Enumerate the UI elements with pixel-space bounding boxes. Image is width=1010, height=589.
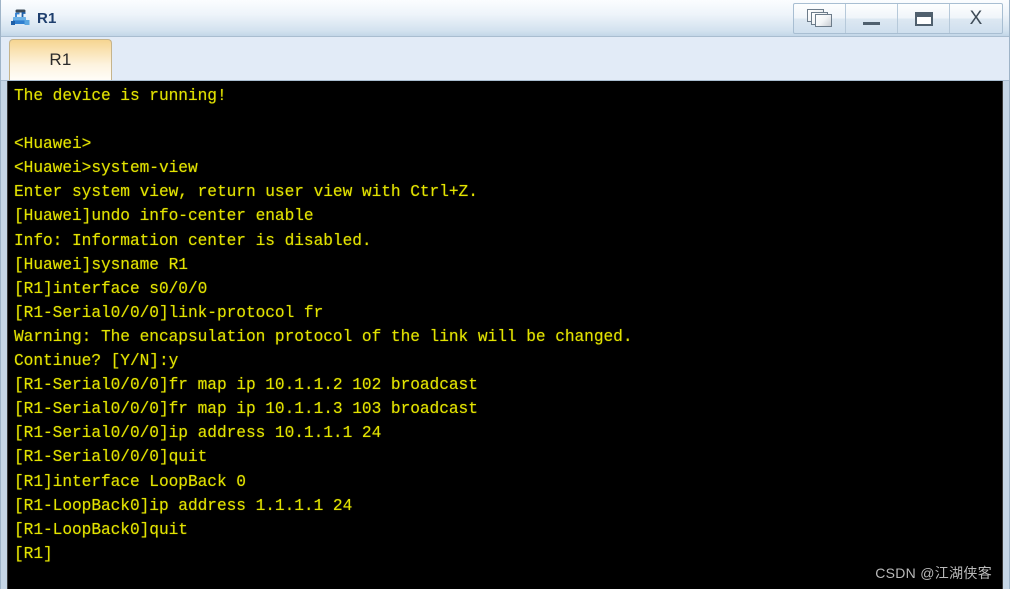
tab-label: R1 — [49, 50, 72, 69]
terminal-console[interactable]: The device is running! <Huawei> <Huawei>… — [7, 81, 1003, 589]
router-icon — [10, 7, 32, 29]
terminal-output: The device is running! <Huawei> <Huawei>… — [14, 87, 633, 563]
window-controls: X — [793, 3, 1003, 34]
minimize-button[interactable] — [846, 4, 898, 33]
close-icon: X — [969, 8, 983, 29]
title-bar: R1 X — [1, 0, 1009, 36]
tab-r1[interactable]: R1 — [9, 39, 112, 80]
close-button[interactable]: X — [950, 4, 1002, 33]
cascade-button[interactable] — [794, 4, 846, 33]
maximize-icon — [914, 11, 933, 26]
terminal-frame: The device is running! <Huawei> <Huawei>… — [1, 81, 1009, 589]
terminal-window: R1 X R1 The device is running! <Huawei> … — [0, 0, 1010, 589]
cascade-windows-icon — [806, 8, 833, 29]
tab-strip: R1 — [1, 36, 1009, 81]
minimize-icon — [863, 21, 880, 25]
maximize-button[interactable] — [898, 4, 950, 33]
window-title: R1 — [37, 9, 57, 27]
watermark: CSDN @江湖侠客 — [875, 565, 992, 581]
